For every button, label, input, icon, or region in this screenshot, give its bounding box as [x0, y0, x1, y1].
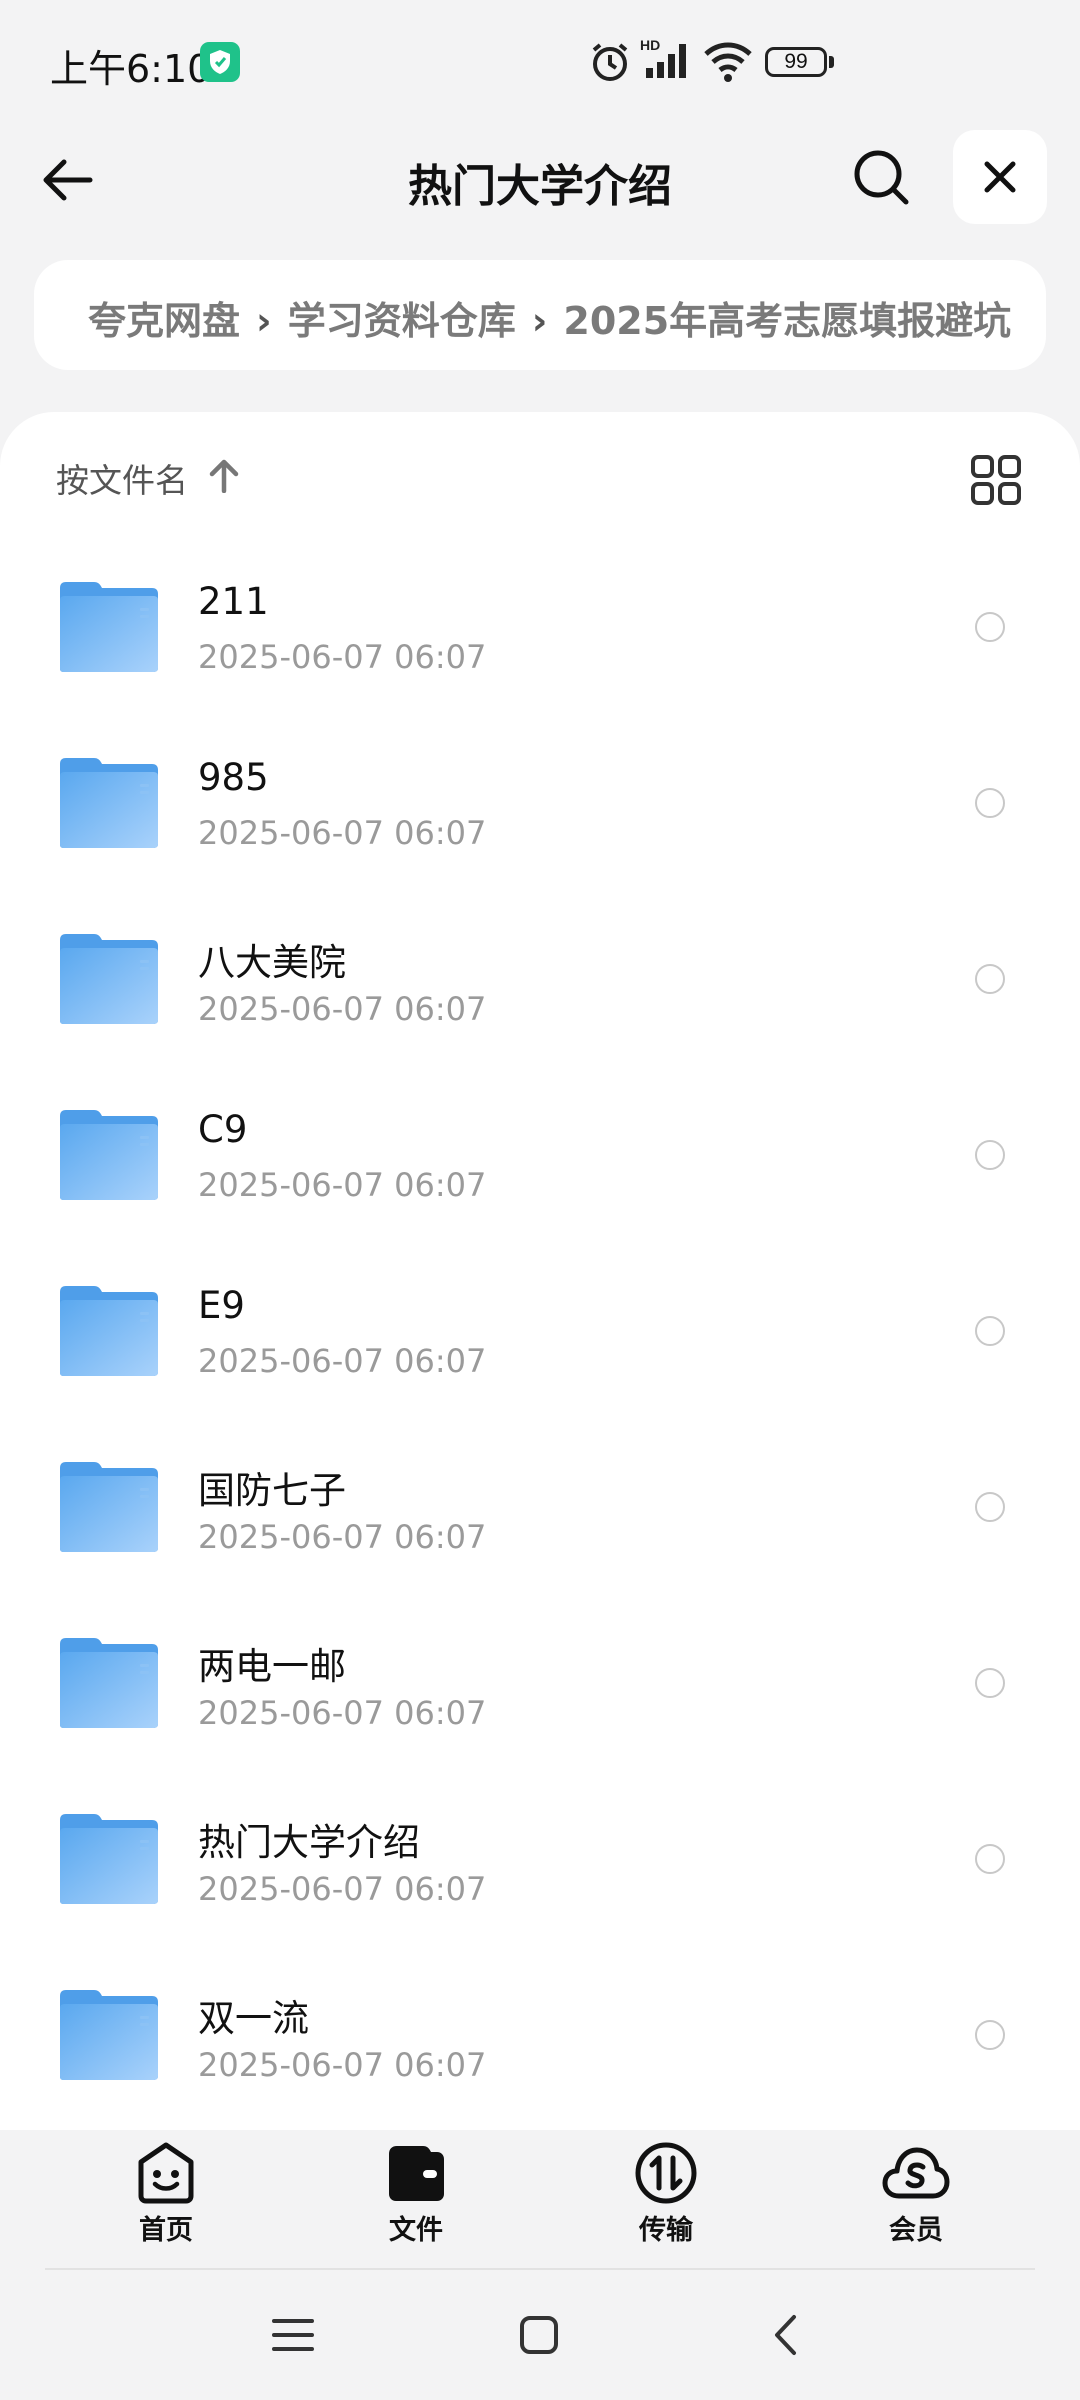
wifi-icon [703, 40, 753, 88]
home-button[interactable] [516, 2312, 562, 2362]
transfer-icon [635, 2142, 697, 2204]
file-row[interactable]: C9 2025-06-07 06:07 [0, 1070, 1080, 1246]
file-date: 2025-06-07 06:07 [198, 1694, 487, 1732]
folder-icon [58, 1812, 160, 1910]
grid-icon [971, 455, 1021, 505]
nav-item-member[interactable]: 会员 [846, 2140, 986, 2260]
file-row[interactable]: 985 2025-06-07 06:07 [0, 718, 1080, 894]
folder-icon [58, 1460, 160, 1558]
breadcrumb-separator: › [256, 299, 272, 343]
folder-icon [58, 1284, 160, 1382]
file-row[interactable]: 热门大学介绍 2025-06-07 06:07 [0, 1774, 1080, 1950]
file-list: 211 2025-06-07 06:07 985 2025-06-07 06:0… [0, 542, 1080, 2126]
breadcrumb-separator: › [531, 299, 548, 343]
security-shield-icon [200, 42, 240, 82]
folder-icon [58, 932, 160, 1030]
select-checkbox[interactable] [975, 612, 1005, 642]
file-date: 2025-06-07 06:07 [198, 1870, 487, 1908]
battery-indicator: 99 [765, 47, 827, 77]
folder-icon [58, 1636, 160, 1734]
breadcrumb: 夸克网盘 › 学习资料仓库 › 2025年高考志愿填报避坑 [34, 260, 1046, 370]
folder-icon [58, 756, 160, 854]
file-panel: 按文件名 211 2025-06-07 06:07 985 2025-06-07… [0, 412, 1080, 2132]
file-row[interactable]: 八大美院 2025-06-07 06:07 [0, 894, 1080, 1070]
file-name: C9 [198, 1108, 248, 1151]
select-checkbox[interactable] [975, 1492, 1005, 1522]
file-name: E9 [198, 1284, 245, 1327]
grid-view-button[interactable] [970, 454, 1022, 506]
file-date: 2025-06-07 06:07 [198, 1166, 487, 1204]
file-name: 两电一邮 [198, 1645, 346, 1688]
file-date: 2025-06-07 06:07 [198, 1342, 487, 1380]
nav-label-files: 文件 [389, 2215, 443, 2246]
menu-button[interactable] [270, 2312, 316, 2362]
nav-item-files[interactable]: 文件 [346, 2140, 486, 2260]
wallet-folder-icon [389, 2146, 444, 2201]
breadcrumb-path: 夸克网盘 › 学习资料仓库 › 2025年高考志愿填报避坑 [88, 290, 1028, 345]
file-name: 热门大学介绍 [198, 1821, 420, 1864]
select-checkbox[interactable] [975, 788, 1005, 818]
file-row[interactable]: 双一流 2025-06-07 06:07 [0, 1950, 1080, 2126]
nav-label-transfer: 传输 [639, 2215, 693, 2246]
chevron-left-icon [775, 2315, 796, 2355]
square-home-icon [520, 2316, 558, 2354]
select-checkbox[interactable] [975, 1844, 1005, 1874]
file-date: 2025-06-07 06:07 [198, 990, 487, 1028]
file-row[interactable]: 211 2025-06-07 06:07 [0, 542, 1080, 718]
hd-label: HD [640, 37, 660, 53]
nav-item-home[interactable]: 首页 [96, 2140, 236, 2260]
search-icon [854, 150, 909, 205]
alarm-icon [588, 40, 632, 88]
file-row[interactable]: 两电一邮 2025-06-07 06:07 [0, 1598, 1080, 1774]
cloud-member-icon [882, 2147, 950, 2199]
signal-icon: HD [638, 36, 694, 86]
select-checkbox[interactable] [975, 1668, 1005, 1698]
nav-label-home: 首页 [139, 2215, 193, 2246]
nav-divider [45, 2268, 1035, 2270]
file-row[interactable]: 国防七子 2025-06-07 06:07 [0, 1422, 1080, 1598]
file-date: 2025-06-07 06:07 [198, 814, 487, 852]
file-name: 八大美院 [198, 941, 346, 984]
battery-tip [829, 56, 834, 68]
sort-label: 按文件名 [56, 461, 188, 500]
bottom-nav: 首页 文件 传输 会员 [0, 2130, 1080, 2270]
status-time: 上午6:10 [50, 47, 212, 91]
system-nav-bar [0, 2272, 1080, 2400]
smile-face-icon [138, 2142, 194, 2204]
select-checkbox[interactable] [975, 2020, 1005, 2050]
sort-button[interactable]: 按文件名 [56, 454, 239, 514]
search-button[interactable] [850, 146, 920, 216]
select-checkbox[interactable] [975, 964, 1005, 994]
file-row[interactable]: E9 2025-06-07 06:07 [0, 1246, 1080, 1422]
breadcrumb-item-study[interactable]: 学习资料仓库 [288, 299, 516, 343]
file-name: 国防七子 [198, 1469, 346, 1512]
system-back-button[interactable] [764, 2312, 810, 2362]
file-date: 2025-06-07 06:07 [198, 638, 487, 676]
header: 热门大学介绍 [0, 120, 1080, 240]
select-checkbox[interactable] [975, 1140, 1005, 1170]
folder-icon [58, 1988, 160, 2086]
menu-icon [272, 2319, 314, 2351]
file-name: 双一流 [198, 1997, 309, 2040]
folder-icon [58, 1108, 160, 1206]
nav-label-member: 会员 [889, 2215, 943, 2246]
file-name: 985 [198, 756, 269, 799]
close-icon [984, 161, 1016, 193]
nav-item-transfer[interactable]: 传输 [596, 2140, 736, 2260]
file-date: 2025-06-07 06:07 [198, 1518, 487, 1556]
breadcrumb-item-root[interactable]: 夸克网盘 [88, 299, 240, 343]
close-button[interactable] [953, 130, 1047, 224]
status-bar: 上午6:10 HD 99 [0, 0, 1080, 120]
breadcrumb-item-current[interactable]: 2025年高考志愿填报避坑 [563, 299, 1011, 343]
select-checkbox[interactable] [975, 1316, 1005, 1346]
arrow-up-icon [209, 459, 239, 497]
file-name: 211 [198, 580, 269, 623]
folder-icon [58, 580, 160, 678]
file-date: 2025-06-07 06:07 [198, 2046, 487, 2084]
